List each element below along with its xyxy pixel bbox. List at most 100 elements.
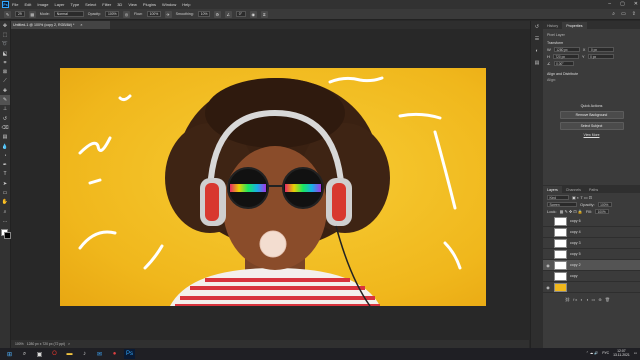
properties-panel-icon[interactable]: ☰ — [531, 33, 543, 45]
marquee-tool-icon[interactable]: ⬚ — [0, 30, 10, 39]
layer-name[interactable]: copy 5 — [570, 252, 581, 256]
photoshop-taskbar-icon[interactable]: Ps — [124, 349, 135, 359]
mode-select[interactable]: Normal — [53, 11, 84, 17]
history-panel-icon[interactable]: ↺ — [531, 21, 543, 33]
width-field[interactable]: 1280 px — [553, 47, 580, 52]
canvas-area[interactable] — [11, 29, 529, 340]
document-tab[interactable]: Untitled-1 @ 100% (copy 2, RGB/8#) * × — [10, 21, 110, 29]
blur-tool-icon[interactable]: 💧 — [0, 142, 10, 151]
move-tool-icon[interactable]: ✥ — [0, 21, 10, 30]
remove-background-button[interactable]: Remove Background — [559, 111, 624, 119]
hand-tool-icon[interactable]: ✋ — [0, 198, 10, 207]
notifications-icon[interactable]: ▭ — [634, 351, 637, 355]
tab-paths[interactable]: Paths — [585, 186, 602, 193]
select-subject-button[interactable]: Select Subject — [559, 122, 624, 130]
eyedropper-tool-icon[interactable]: ⟋ — [0, 77, 10, 86]
gradient-tool-icon[interactable]: ▤ — [0, 133, 10, 142]
document-canvas[interactable] — [60, 68, 486, 306]
layer-row[interactable]: copy 4 — [543, 227, 640, 238]
minimize-icon[interactable]: – — [608, 1, 611, 7]
dodge-tool-icon[interactable]: ◔ — [0, 151, 10, 160]
maximize-icon[interactable]: ▢ — [620, 1, 625, 7]
zoom-tool-icon[interactable]: ⌕ — [0, 207, 10, 216]
more-tools-icon[interactable]: … — [0, 216, 10, 225]
menu-window[interactable]: Window — [162, 2, 176, 7]
explorer-icon[interactable]: ▬ — [64, 349, 75, 359]
opacity-input[interactable]: 100% — [104, 11, 119, 17]
layer-footer-icons[interactable]: ⛓ fx ◐ ◑ ▭ ⊕ 🗑 — [565, 297, 640, 302]
clone-stamp-tool-icon[interactable]: ⊥ — [0, 105, 10, 114]
photoshop-logo-icon[interactable]: Ps — [2, 1, 9, 8]
angle-input[interactable]: 0° — [235, 11, 246, 17]
layer-kind-filter[interactable]: Kind — [547, 195, 569, 200]
symmetry-icon[interactable]: ⧖ — [260, 10, 268, 18]
layer-opacity-input[interactable]: 100% — [597, 202, 612, 207]
pressure-size-icon[interactable]: ◉ — [249, 10, 257, 18]
eraser-tool-icon[interactable]: ⌫ — [0, 123, 10, 132]
type-tool-icon[interactable]: T — [0, 170, 10, 179]
opera-icon[interactable]: O — [49, 349, 60, 359]
brush-tool-icon[interactable]: ✎ — [0, 95, 10, 105]
rectangle-tool-icon[interactable]: ▭ — [0, 188, 10, 197]
close-window-icon[interactable]: ✕ — [634, 1, 638, 7]
adjustments-panel-icon[interactable]: ◐ — [531, 45, 543, 57]
pressure-opacity-icon[interactable]: ◎ — [122, 10, 130, 18]
brush-settings-icon[interactable]: ▦ — [28, 10, 36, 18]
layer-name[interactable]: copy — [570, 274, 578, 278]
smoothing-input[interactable]: 10% — [197, 11, 210, 17]
windows-start-icon[interactable]: ⊞ — [4, 349, 15, 359]
menu-view[interactable]: View — [128, 2, 137, 7]
tab-channels[interactable]: Channels — [562, 186, 585, 193]
zoom-readout[interactable]: 100% — [15, 342, 24, 346]
libraries-panel-icon[interactable]: ▤ — [531, 57, 543, 69]
view-more-link[interactable]: View More — [543, 133, 640, 137]
object-selection-tool-icon[interactable]: ⬕ — [0, 49, 10, 58]
history-brush-tool-icon[interactable]: ↺ — [0, 114, 10, 123]
path-selection-tool-icon[interactable]: ➤ — [0, 179, 10, 188]
height-field[interactable]: 720 px — [552, 54, 579, 59]
layer-name[interactable]: copy 6 — [570, 219, 581, 223]
clock[interactable]: 12:07 13.11.2021 — [613, 349, 630, 357]
status-arrow-icon[interactable]: > — [68, 342, 70, 346]
task-view-icon[interactable]: ▣ — [34, 349, 45, 359]
tab-properties[interactable]: Properties — [562, 22, 587, 29]
flow-input[interactable]: 100% — [146, 11, 161, 17]
crop-tool-icon[interactable]: ⌗ — [0, 58, 10, 67]
search-icon[interactable]: ⌕ — [612, 11, 615, 17]
share-icon[interactable]: ⇪ — [632, 11, 636, 17]
menu-file[interactable]: File — [12, 2, 18, 7]
transform-heading[interactable]: Transform — [547, 41, 640, 45]
menu-filter[interactable]: Filter — [102, 2, 111, 7]
menu-help[interactable]: Help — [182, 2, 190, 7]
blend-mode-select[interactable]: Screen — [547, 202, 577, 207]
media-app-icon[interactable]: ♪ — [79, 349, 90, 359]
layer-name[interactable]: copy 2 — [570, 263, 581, 267]
menu-edit[interactable]: Edit — [24, 2, 31, 7]
menu-plugins[interactable]: Plugins — [143, 2, 156, 7]
taskbar-search-icon[interactable]: ⌕ — [19, 349, 30, 359]
tab-layers[interactable]: Layers — [543, 186, 562, 193]
layer-row[interactable]: copy — [543, 271, 640, 282]
close-tab-icon[interactable]: × — [80, 23, 82, 27]
layer-row[interactable]: ◉ — [543, 282, 640, 293]
layer-row[interactable]: copy 6 — [543, 216, 640, 227]
menu-3d[interactable]: 3D — [117, 2, 122, 7]
pen-tool-icon[interactable]: ✒ — [0, 160, 10, 169]
visibility-eye-icon[interactable]: ◉ — [545, 263, 551, 268]
layer-row[interactable]: copy 3 — [543, 238, 640, 249]
recorder-icon[interactable]: ● — [109, 349, 120, 359]
y-field[interactable]: 0 px — [587, 54, 614, 59]
filter-icons[interactable]: ▣ ◐ T ▭ ⊡ — [572, 195, 592, 200]
brush-size-picker[interactable]: 29 — [15, 11, 25, 17]
healing-brush-tool-icon[interactable]: ✚ — [0, 86, 10, 95]
lasso-tool-icon[interactable]: ➰ — [0, 40, 10, 49]
mail-icon[interactable]: ✉ — [94, 349, 105, 359]
tab-history[interactable]: History — [543, 22, 562, 29]
layer-row[interactable]: copy 5 — [543, 249, 640, 260]
layer-name[interactable]: copy 3 — [570, 241, 581, 245]
x-field[interactable]: 0 px — [588, 47, 615, 52]
visibility-eye-icon[interactable]: ◉ — [545, 285, 551, 290]
smoothing-options-gear-icon[interactable]: ⚙ — [213, 10, 221, 18]
workspace-icon[interactable]: ▭ — [621, 11, 626, 17]
layer-name[interactable]: copy 4 — [570, 230, 581, 234]
